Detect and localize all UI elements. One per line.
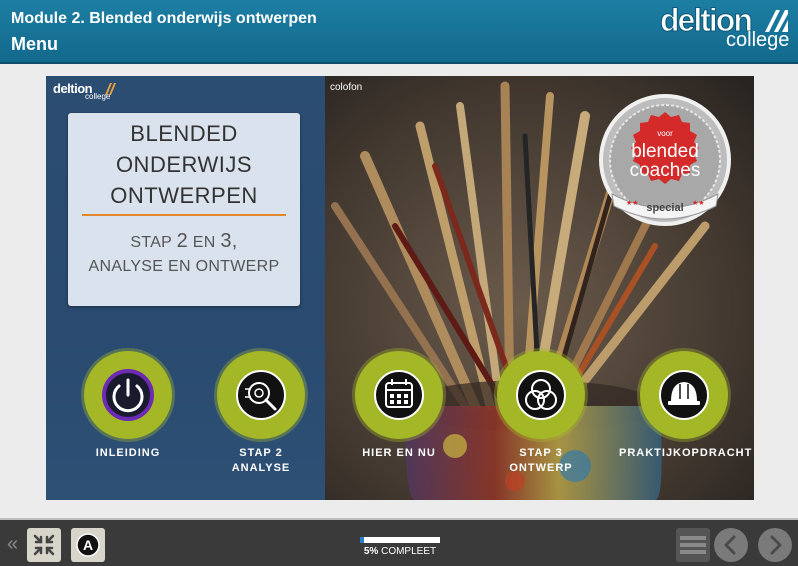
nav-label-ontwerp: ONTWERP — [509, 462, 573, 474]
footer-bar: « A 5% COMPLEET — [0, 518, 798, 566]
nav-label-stap-3: STAP 3 — [519, 447, 563, 459]
nav-label-stap-2: STAP 2 — [239, 447, 283, 459]
nav-button-stap-3-ontwerp[interactable] — [497, 351, 585, 439]
title-divider — [82, 214, 286, 216]
next-button[interactable] — [757, 527, 793, 563]
logo-text-bottom: college — [726, 29, 790, 51]
collapse-arrows-icon — [33, 534, 55, 556]
nav-label-hier-en-nu: HIER EN NU — [362, 447, 436, 459]
star-icon: ★★ — [692, 199, 705, 207]
progress-label: 5% COMPLEET — [360, 546, 440, 557]
nav-button-hier-en-nu[interactable] — [355, 351, 443, 439]
subtitle-line-1: STAP 2 EN 3, — [68, 230, 300, 253]
title-line-3: ONTWERPEN — [110, 183, 258, 208]
accessibility-button[interactable]: A — [71, 528, 105, 562]
previous-button[interactable] — [713, 527, 749, 563]
badge-line-2: coaches — [630, 160, 701, 181]
title-card: BLENDED ONDERWIJS ONTWERPEN STAP 2 EN 3,… — [68, 113, 300, 306]
magnifier-icon — [245, 382, 277, 411]
chevron-left-icon — [714, 528, 748, 562]
nav-button-stap-2-analyse[interactable] — [217, 351, 305, 439]
badge-line-1: blended — [631, 141, 699, 162]
subtitle-num-3: 3, — [220, 230, 238, 252]
star-icon: ★★ — [626, 199, 639, 207]
page-title: Menu — [11, 34, 58, 54]
accessibility-icon: A — [76, 533, 100, 557]
progress-bar — [360, 537, 440, 543]
nav-label-stap-2-analyse: STAP 2 ANALYSE — [196, 446, 326, 476]
app-window: Module 2. Blended onderwijs ontwerpen Me… — [0, 0, 798, 566]
nav-label-inleiding: INLEIDING — [95, 447, 161, 459]
double-chevron-left-icon[interactable]: « — [7, 533, 18, 556]
collapse-button[interactable] — [27, 528, 61, 562]
accessibility-letter: A — [83, 537, 93, 553]
venn-icon — [525, 379, 557, 410]
nav-label-stap-3-ontwerp: STAP 3 ONTWERP — [476, 446, 606, 476]
nav-label-analyse: ANALYSE — [231, 462, 291, 474]
mini-logo: deltion college — [53, 81, 123, 101]
subtitle-en: EN — [188, 234, 221, 251]
subtitle-num-2: 2 — [176, 230, 189, 252]
nav-button-praktijkopdracht[interactable] — [640, 351, 728, 439]
badge-voor: voor — [657, 129, 673, 138]
subtitle-stap: STAP — [130, 234, 177, 251]
nav-button-inleiding[interactable] — [84, 351, 172, 439]
subtitle-line-2: ANALYSE EN ONTWERP — [88, 258, 280, 275]
progress-value: 5% — [363, 546, 379, 557]
colofon-link[interactable]: colofon — [330, 82, 362, 93]
progress-fill — [360, 537, 364, 543]
mini-logo-text-bottom: college — [85, 92, 111, 101]
calendar-icon — [385, 379, 413, 408]
slide-stage: deltion college BLENDED ONDERWIJS ONTWER… — [46, 76, 754, 500]
deltion-logo: deltion college — [660, 2, 790, 52]
menu-button[interactable] — [675, 527, 711, 563]
badge-ribbon: special — [646, 202, 683, 214]
title-line-1: BLENDED — [130, 121, 238, 146]
progress-text: COMPLEET — [378, 546, 437, 557]
hamburger-icon — [676, 528, 710, 562]
hardhat-icon — [668, 382, 700, 405]
power-icon — [112, 378, 144, 413]
module-title: Module 2. Blended onderwijs ontwerpen — [11, 10, 317, 27]
nav-label-praktijkopdracht: PRAKTIJKOPDRACHT — [619, 447, 753, 459]
title-line-2: ONDERWIJS — [115, 152, 253, 177]
chevron-right-icon — [758, 528, 792, 562]
header-bar: Module 2. Blended onderwijs ontwerpen Me… — [0, 0, 798, 64]
blended-coaches-badge: voor blended coaches special ★★ ★★ — [599, 94, 731, 226]
